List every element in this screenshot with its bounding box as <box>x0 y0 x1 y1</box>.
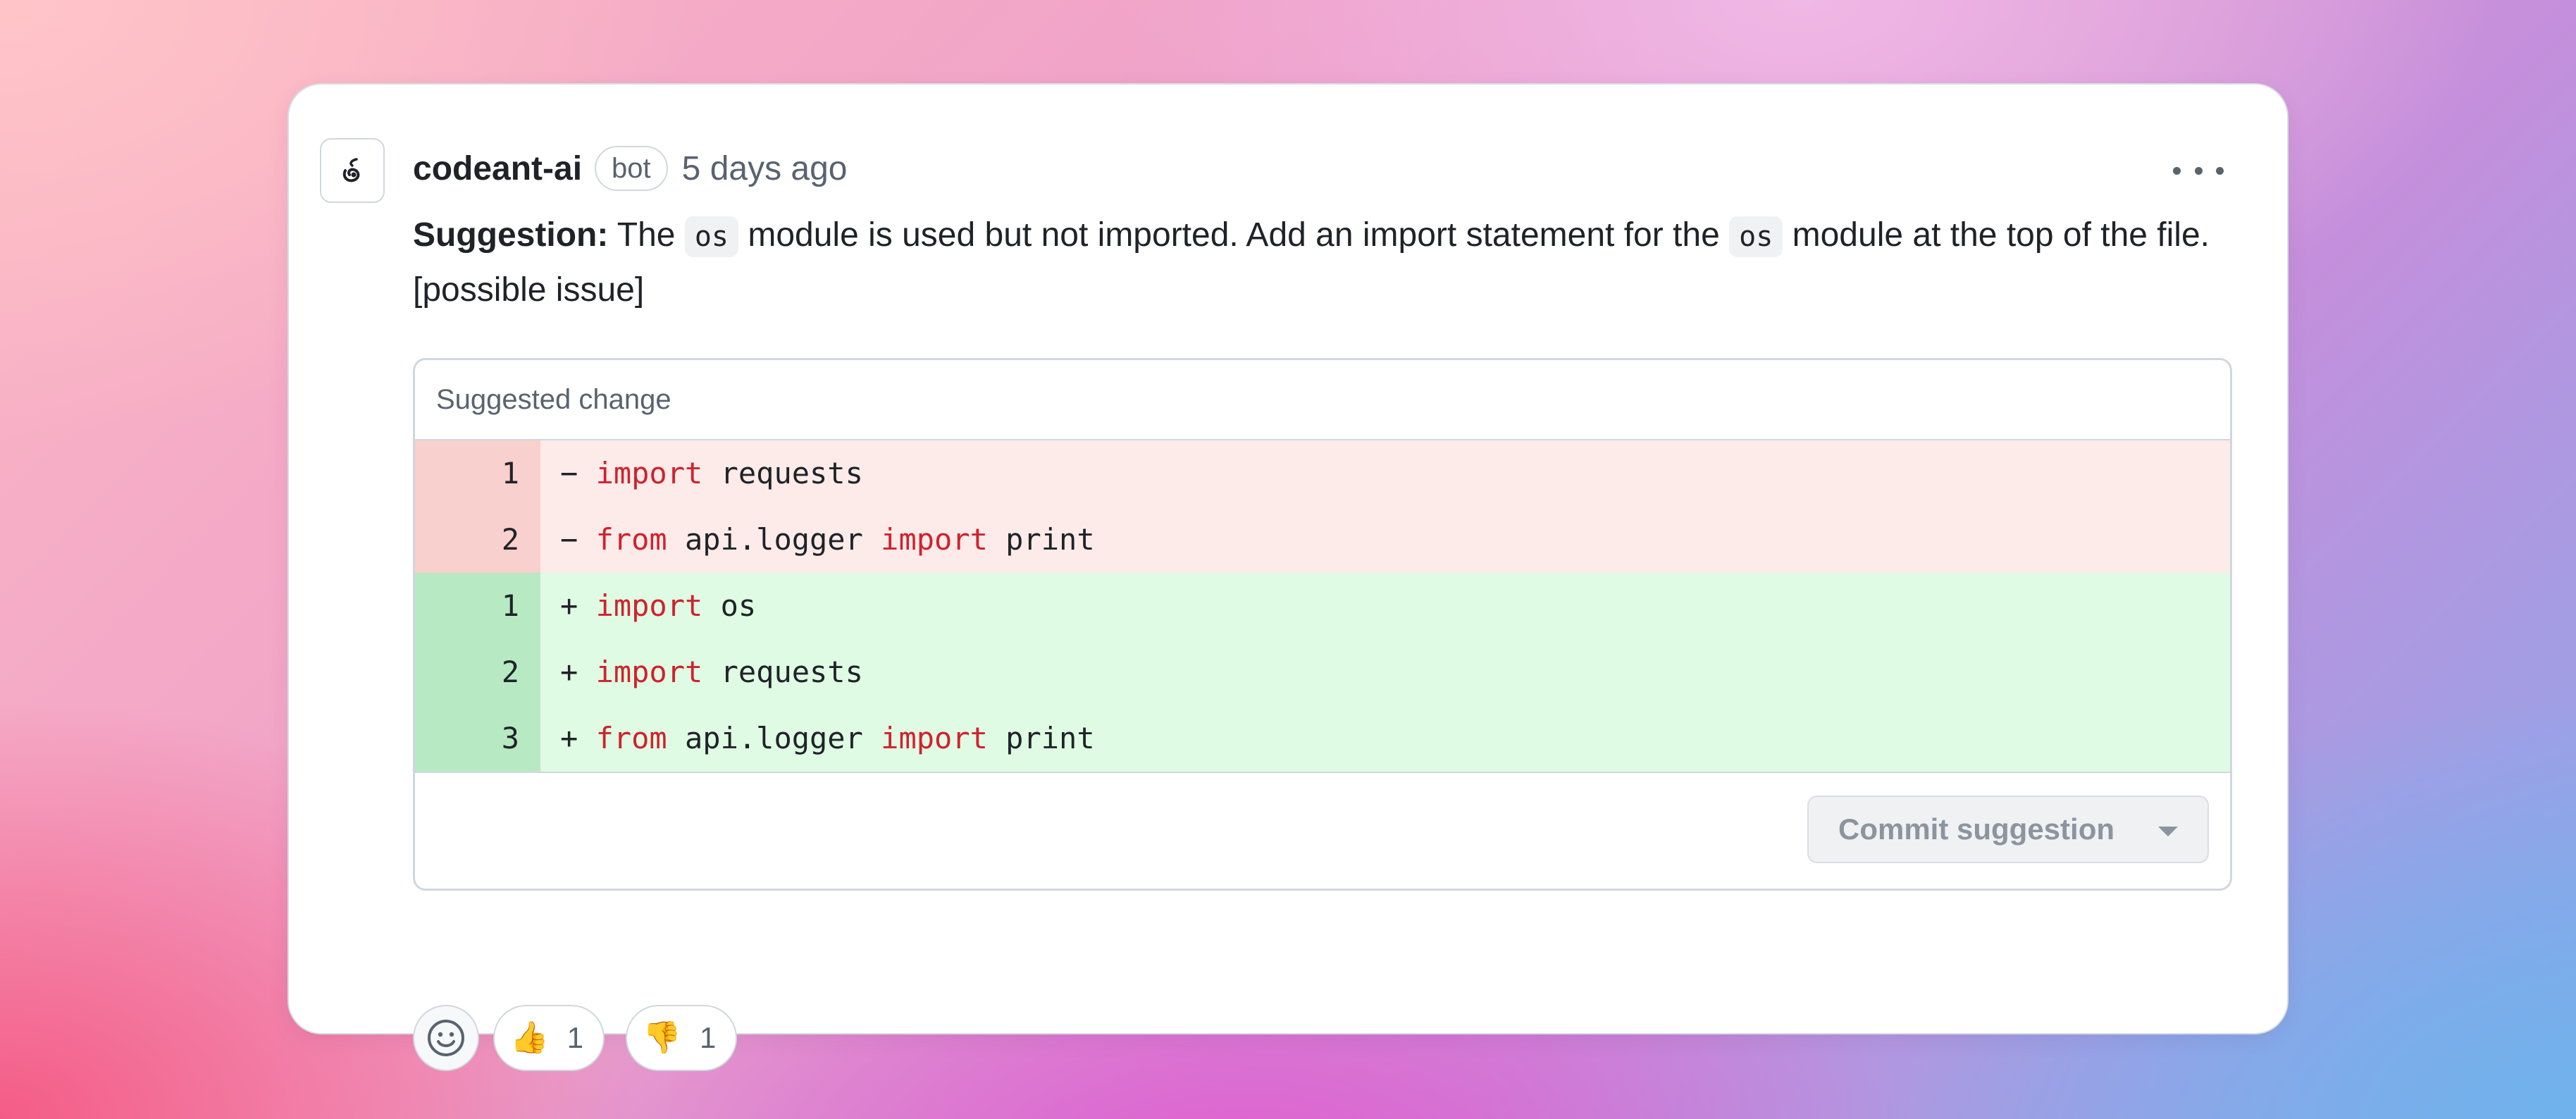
keyword-token: import <box>595 456 703 490</box>
codeant-logo-icon <box>342 158 360 183</box>
plus-sign: + <box>560 721 596 755</box>
comment-body: Suggestion: The os module is used but no… <box>413 216 2210 309</box>
inline-code: os <box>1729 216 1783 257</box>
code-line: − import requests <box>540 440 2230 507</box>
code-line: − from api.logger import print <box>540 507 2230 573</box>
code-line: + from api.logger import print <box>540 705 2230 772</box>
diff-lines: 1− import requests 2− from api.logger imp… <box>415 440 2230 772</box>
smiley-icon <box>428 1020 464 1056</box>
code-token: requests <box>702 456 863 490</box>
code-token: os <box>702 588 757 623</box>
suggested-change-header: Suggested change <box>415 360 2230 440</box>
review-comment-card: codeant-ai bot 5 days ago Suggestion: Th… <box>287 83 2289 1071</box>
keyword-token: import <box>881 522 988 557</box>
thumbs-down-icon: 👎 <box>643 1020 681 1055</box>
code-token: print <box>987 721 1095 755</box>
keyword-token: from <box>595 522 667 557</box>
line-number: 3 <box>415 705 540 772</box>
line-number: 2 <box>415 507 540 573</box>
reaction-count: 1 <box>699 1021 717 1054</box>
line-number: 2 <box>415 639 540 705</box>
keyword-token: import <box>595 655 703 689</box>
added-line: 1 + import os <box>415 573 2230 639</box>
suggestion-footer: Commit suggestion <box>415 772 2230 887</box>
code-token: api.logger <box>667 721 881 755</box>
keyword-token: import <box>595 588 703 623</box>
reaction-list: 👍 1 👎 1 <box>493 1005 738 1071</box>
plus-sign: + <box>560 655 596 689</box>
minus-sign: − <box>560 456 596 490</box>
inline-code: os <box>684 216 738 257</box>
caret-down-icon[interactable] <box>2158 827 2178 836</box>
keyword-token: from <box>595 721 667 755</box>
code-line: + import requests <box>540 639 2230 705</box>
line-number: 1 <box>415 573 540 639</box>
comment-timestamp[interactable]: 5 days ago <box>682 149 848 188</box>
reaction-thumbs-down[interactable]: 👎 1 <box>626 1005 738 1071</box>
deleted-line: 1− import requests <box>415 440 2230 507</box>
code-token: requests <box>702 655 863 689</box>
suggested-change-box: Suggested change 1− import requests 2− fr… <box>413 358 2232 891</box>
deleted-line: 2− from api.logger import print <box>415 507 2230 573</box>
keyword-token: import <box>881 721 988 755</box>
reaction-thumbs-up[interactable]: 👍 1 <box>493 1005 605 1071</box>
plus-sign: + <box>560 588 596 623</box>
kebab-horizontal-icon[interactable] <box>2173 156 2224 185</box>
line-number: 1 <box>415 440 540 507</box>
minus-sign: − <box>560 522 596 557</box>
bot-badge: bot <box>595 146 668 191</box>
reaction-count: 1 <box>566 1021 584 1054</box>
author-name[interactable]: codeant-ai <box>413 149 582 188</box>
commit-suggestion-button[interactable]: Commit suggestion <box>1807 796 2209 863</box>
thumbs-up-icon: 👍 <box>510 1020 549 1055</box>
added-line: 2 + import requests <box>415 639 2230 705</box>
code-token: print <box>987 522 1095 557</box>
suggestion-label: Suggestion: <box>413 216 609 254</box>
commit-suggestion-label: Commit suggestion <box>1838 812 2115 846</box>
comment-header: codeant-ai bot 5 days ago <box>413 144 848 193</box>
add-reaction-button[interactable] <box>413 1005 479 1071</box>
reactions-bar: 👍 1 👎 1 <box>413 1005 738 1071</box>
code-line: + import os <box>540 573 2230 639</box>
avatar[interactable] <box>320 138 385 203</box>
added-line: 3 + from api.logger import print <box>415 705 2230 772</box>
code-token: api.logger <box>667 522 881 557</box>
